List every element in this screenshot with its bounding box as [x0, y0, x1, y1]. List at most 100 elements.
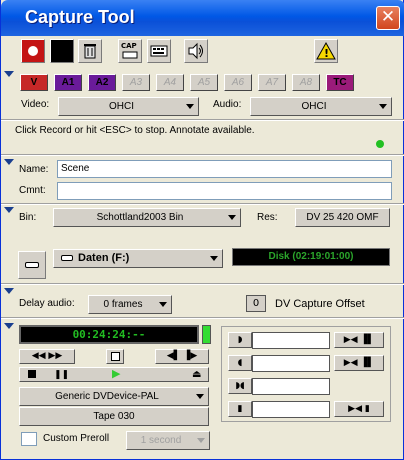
- dv-offset-value[interactable]: 0: [246, 295, 266, 312]
- video-input-select[interactable]: OHCI: [58, 97, 199, 116]
- track-button-v[interactable]: V: [20, 74, 48, 91]
- deck-device-value: Generic DVDevice-PAL: [55, 391, 159, 402]
- collapse-triangle-icon[interactable]: [4, 159, 14, 165]
- comment-label: Cmnt:: [19, 185, 46, 196]
- keyboard-icon: [150, 45, 168, 57]
- mark-out-button[interactable]: ◖: [228, 355, 252, 371]
- chevron-down-icon: [379, 104, 387, 109]
- mark-out-icon: ◖: [237, 358, 243, 368]
- record-button[interactable]: [21, 39, 45, 63]
- duration-field[interactable]: [252, 378, 330, 395]
- mark-in-icon: ◗: [237, 335, 243, 345]
- track-button-a3[interactable]: A3: [122, 74, 150, 91]
- trash-icon: [84, 44, 96, 59]
- duration-button[interactable]: ◗◖: [228, 378, 252, 394]
- collapse-triangle-icon[interactable]: [4, 323, 14, 329]
- divider: [1, 154, 404, 156]
- record-icon: [28, 46, 38, 56]
- disk-remaining-display: Disk (02:19:01:00): [232, 248, 390, 266]
- capture-tool-window: Capture Tool ✕ CAP ! V A1 A2 A3 A4 A5 A6 A7 A8 TC…: [0, 0, 404, 460]
- track-button-a5[interactable]: A5: [190, 74, 218, 91]
- resolution-select[interactable]: DV 25 420 OMF: [295, 208, 390, 227]
- trash-button[interactable]: [78, 39, 102, 63]
- preroll-select[interactable]: 1 second: [126, 431, 210, 450]
- clip-name-input[interactable]: Scene: [57, 160, 392, 178]
- track-button-a6[interactable]: A6: [224, 74, 252, 91]
- log-mode-button[interactable]: [147, 39, 171, 63]
- goto-out-button[interactable]: ▶◀ ▐▌: [334, 355, 384, 371]
- stop-icon: [28, 370, 36, 378]
- marks-panel: ◗ ▶◀ ▐▌ ◖ ▶◀ ▐▌ ◗◖ ▮ ▶◀ ▮: [221, 326, 391, 422]
- target-drive-select[interactable]: Daten (F:): [53, 249, 223, 268]
- chevron-down-icon: [196, 394, 204, 399]
- chevron-down-icon: [197, 438, 205, 443]
- mark-in-field[interactable]: [252, 332, 330, 349]
- goto-position-button[interactable]: ▶◀ ▮: [334, 401, 384, 417]
- collapse-triangle-icon[interactable]: [4, 288, 14, 294]
- chevron-down-icon: [210, 256, 218, 261]
- chevron-down-icon: [186, 104, 194, 109]
- audio-label: Audio:: [213, 99, 242, 110]
- bin-select[interactable]: Schottland2003 Bin: [53, 208, 241, 227]
- tape-name-button[interactable]: Tape 030: [19, 407, 209, 426]
- res-label: Res:: [257, 212, 278, 223]
- divider: [1, 317, 404, 319]
- window-title: Capture Tool: [25, 7, 135, 27]
- track-button-a8[interactable]: A8: [292, 74, 320, 91]
- clip-comment-input[interactable]: [57, 182, 392, 200]
- drive-icon: [61, 255, 73, 261]
- audio-tool-button[interactable]: [184, 39, 208, 63]
- speaker-icon: [188, 42, 203, 60]
- custom-preroll-checkbox[interactable]: [21, 432, 37, 446]
- drive-icon: [25, 262, 39, 268]
- stop-button[interactable]: [106, 349, 124, 364]
- dv-offset-label: DV Capture Offset: [275, 298, 365, 310]
- divider: [1, 283, 404, 285]
- delay-audio-select[interactable]: 0 frames: [88, 295, 172, 314]
- close-button[interactable]: ✕: [376, 6, 400, 30]
- mark-in-button[interactable]: ◗: [228, 332, 252, 348]
- preroll-value: 1 second: [140, 435, 182, 446]
- goto-position-icon: ▶◀ ▮: [348, 404, 370, 414]
- step-icon: ◀▌ ▐▶: [166, 351, 198, 361]
- rewind-ff-buttons[interactable]: ◀◀ ▶▶: [19, 349, 75, 364]
- warning-icon: !: [316, 41, 336, 60]
- name-label: Name:: [19, 164, 49, 175]
- track-button-a1[interactable]: A1: [54, 74, 82, 91]
- bin-label: Bin:: [19, 212, 37, 223]
- goto-in-button[interactable]: ▶◀ ▐▌: [334, 332, 384, 348]
- timecode-display: 00:24:24:--: [19, 325, 199, 344]
- custom-preroll-label: Custom Preroll: [43, 433, 110, 444]
- track-button-a4[interactable]: A4: [156, 74, 184, 91]
- target-drive-button[interactable]: [18, 251, 46, 279]
- goto-in-icon: ▶◀ ▐▌: [343, 335, 375, 345]
- audio-input-select[interactable]: OHCI: [250, 97, 392, 116]
- divider: [1, 119, 404, 121]
- video-preview-button[interactable]: [50, 39, 74, 63]
- collapse-triangle-icon[interactable]: [4, 71, 14, 77]
- title-bar[interactable]: Capture Tool ✕: [1, 0, 404, 36]
- track-button-a7[interactable]: A7: [258, 74, 286, 91]
- rewind-icon: ◀◀ ▶▶: [31, 351, 63, 361]
- transport-bar[interactable]: ❚❚ ▶ ⏏: [19, 367, 209, 382]
- track-button-tc[interactable]: TC: [326, 74, 354, 91]
- eject-icon: ⏏: [192, 369, 202, 380]
- track-button-a2[interactable]: A2: [88, 74, 116, 91]
- bin-value: Schottland2003 Bin: [96, 212, 184, 223]
- deck-device-select[interactable]: Generic DVDevice-PAL: [19, 387, 209, 406]
- deck-status-light: [202, 325, 211, 344]
- res-value: DV 25 420 OMF: [306, 212, 379, 223]
- divider: [1, 203, 404, 205]
- warning-button[interactable]: !: [314, 39, 338, 63]
- collapse-triangle-icon[interactable]: [4, 207, 14, 213]
- play-icon: ▶: [112, 367, 121, 380]
- position-button[interactable]: ▮: [228, 401, 252, 417]
- position-field[interactable]: [252, 401, 330, 418]
- mark-out-field[interactable]: [252, 355, 330, 372]
- cap-label: CAP: [121, 42, 137, 50]
- goto-out-icon: ▶◀ ▐▌: [343, 358, 375, 368]
- step-frame-buttons[interactable]: ◀▌ ▐▶: [155, 349, 209, 364]
- capture-mode-button[interactable]: CAP: [118, 39, 142, 63]
- stop-icon: [110, 352, 120, 361]
- status-message: Click Record or hit <ESC> to stop. Annot…: [15, 125, 255, 136]
